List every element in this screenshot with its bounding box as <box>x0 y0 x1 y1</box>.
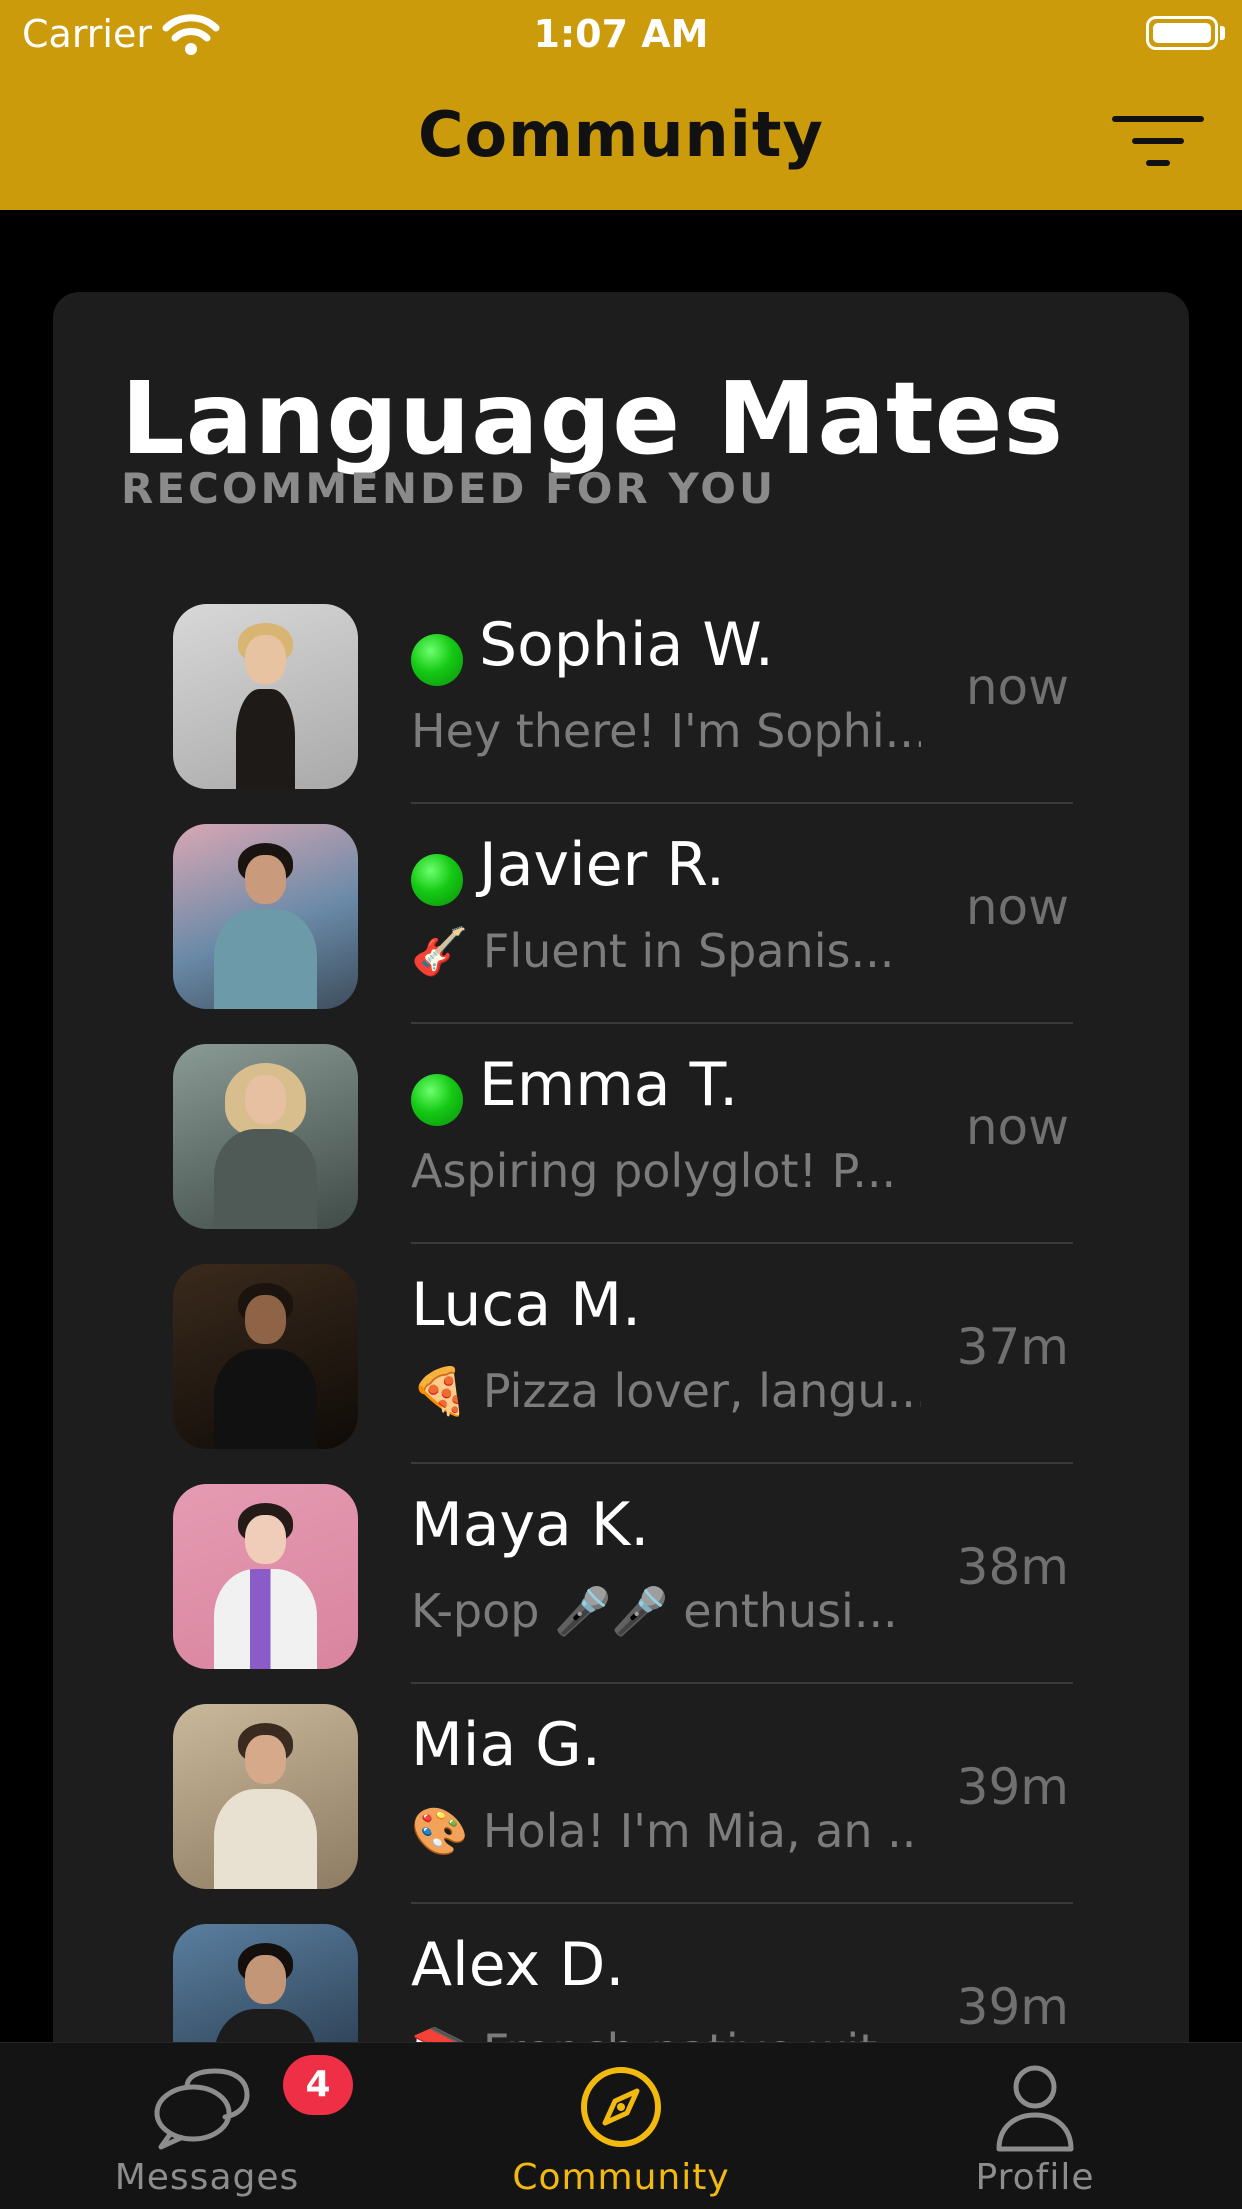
mate-preview: 🍕 Pizza lover, langu... <box>411 1364 921 1418</box>
row-divider <box>411 802 1073 804</box>
filter-icon-line <box>1146 160 1170 166</box>
header-bar: Carrier 1:07 AM Community <box>0 0 1242 210</box>
compass-icon <box>581 2067 661 2147</box>
mate-time: now <box>965 1098 1069 1156</box>
online-indicator <box>411 854 463 906</box>
person-icon <box>996 2065 1074 2152</box>
mate-time: 39m <box>956 1978 1069 2036</box>
mate-row[interactable]: Javier R. 🎸 Fluent in Spanis... now <box>53 818 1189 1038</box>
tab-bar: 4 Messages Community Profile <box>0 2042 1242 2209</box>
mate-name: Javier R. <box>479 830 725 900</box>
mate-preview: Aspiring polyglot! P... <box>411 1144 897 1198</box>
avatar <box>173 604 358 789</box>
avatar <box>173 824 358 1009</box>
mate-time: 38m <box>956 1538 1069 1596</box>
row-divider <box>411 1462 1073 1464</box>
unread-badge: 4 <box>283 2055 353 2115</box>
row-divider <box>411 1242 1073 1244</box>
row-divider <box>411 1022 1073 1024</box>
mate-name: Sophia W. <box>479 610 774 680</box>
mate-time: now <box>965 658 1069 716</box>
mate-row[interactable]: Emma T. Aspiring polyglot! P... now <box>53 1038 1189 1258</box>
mate-row[interactable]: Maya K. K-pop 🎤🎤 enthusi... 38m <box>53 1478 1189 1698</box>
filter-icon-line <box>1132 138 1184 144</box>
page-title: Community <box>418 98 824 171</box>
section-subtitle: RECOMMENDED FOR YOU <box>121 464 777 513</box>
mate-name: Maya K. <box>411 1490 650 1560</box>
avatar <box>173 1484 358 1669</box>
avatar <box>173 1264 358 1449</box>
mate-name: Mia G. <box>411 1710 601 1780</box>
mate-time: 37m <box>956 1318 1069 1376</box>
avatar <box>173 1704 358 1889</box>
tab-profile[interactable]: Profile <box>885 2043 1185 2209</box>
chat-bubbles-icon <box>154 2068 250 2150</box>
mate-time: 39m <box>956 1758 1069 1816</box>
language-mates-card: Language Mates RECOMMENDED FOR YOU Sophi… <box>53 292 1189 2072</box>
row-divider <box>411 1902 1073 1904</box>
tab-label: Profile <box>975 2157 1095 2198</box>
tab-community[interactable]: Community <box>471 2043 771 2209</box>
mate-preview: 🎸 Fluent in Spanis... <box>411 924 895 978</box>
mate-name: Alex D. <box>411 1930 625 2000</box>
mate-time: now <box>965 878 1069 936</box>
tab-label: Community <box>512 2157 730 2198</box>
mate-preview: 🎨 Hola! I'm Mia, an ... <box>411 1804 921 1858</box>
row-divider <box>411 1682 1073 1684</box>
filter-button[interactable] <box>1112 110 1204 172</box>
battery-icon <box>1146 16 1218 50</box>
mate-row[interactable]: Mia G. 🎨 Hola! I'm Mia, an ... 39m <box>53 1698 1189 1918</box>
section-title: Language Mates <box>121 360 1065 477</box>
mate-preview: K-pop 🎤🎤 enthusi... <box>411 1584 898 1638</box>
status-bar: Carrier 1:07 AM <box>0 0 1242 66</box>
mate-row[interactable]: Luca M. 🍕 Pizza lover, langu... 37m <box>53 1258 1189 1478</box>
mate-name: Emma T. <box>479 1050 739 1120</box>
mate-name: Luca M. <box>411 1270 642 1340</box>
mate-preview: Hey there! I'm Sophi... <box>411 704 921 758</box>
avatar <box>173 1044 358 1229</box>
battery-tip <box>1220 26 1225 40</box>
tab-label: Messages <box>114 2157 300 2198</box>
filter-icon <box>1112 116 1204 122</box>
online-indicator <box>411 1074 463 1126</box>
mate-row[interactable]: Sophia W. Hey there! I'm Sophi... now <box>53 598 1189 818</box>
tab-messages[interactable]: 4 Messages <box>57 2043 357 2209</box>
online-indicator <box>411 634 463 686</box>
status-time: 1:07 AM <box>533 12 709 56</box>
